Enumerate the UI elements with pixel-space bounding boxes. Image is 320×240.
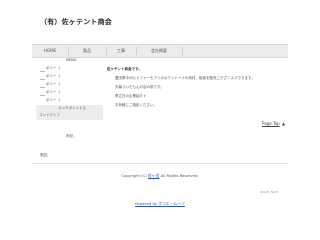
sidebar-item-label: ボリー <box>46 90 57 94</box>
nav-item-products[interactable]: 製品 <box>68 45 106 57</box>
nav-item-company[interactable]: 会社概要 <box>136 45 182 57</box>
sidebar-item-label: ボリー <box>46 66 57 70</box>
sidebar-footer-text: 来記。 <box>66 134 77 138</box>
sidebar-box-title: オンクボインドス <box>58 106 86 110</box>
sidebar-divider <box>40 87 45 88</box>
nav-separator <box>182 47 183 55</box>
powered-by-link[interactable]: Powered by ボコエ・ムーゾ <box>0 201 320 207</box>
small-tag: ROOM_NUM <box>260 190 278 194</box>
sidebar-item-number: １ <box>57 74 62 78</box>
content-paragraph: お気軽にご相談ください。 <box>115 103 157 107</box>
sidebar-item-label: ボリー <box>46 98 57 102</box>
copyright-prefix: Copyright (C) <box>121 173 147 178</box>
sidebar-box-link[interactable]: コンドクトフ <box>39 113 60 118</box>
content-paragraph: 天幕ついたもんの店の前です。 <box>115 85 164 89</box>
sidebar-divider <box>40 71 45 72</box>
site-title[interactable]: （有）佐ヶテント商会 <box>40 17 112 27</box>
nav-item-home[interactable]: HOME <box>32 45 68 57</box>
sidebar-item[interactable]: ボリー１ <box>46 82 61 87</box>
sidebar-box: オンクボインドス コンドクトフ <box>36 105 103 120</box>
copyright: Copyright (C) 佐ヶ会 All Rights Reserved. <box>0 173 320 179</box>
sidebar-item[interactable]: ボリー１ <box>46 66 61 71</box>
sidebar-divider <box>40 79 45 80</box>
sidebar-item-number: １ <box>57 66 62 70</box>
nav-item-construction[interactable]: 工事 <box>106 45 136 57</box>
sidebar-item-number: １ <box>57 82 62 86</box>
content-paragraph: 弊立社の企業紹介ト <box>115 94 147 98</box>
bottom-note: 来記。 <box>40 153 51 157</box>
sidebar-item-label: ボリー <box>46 82 57 86</box>
sidebar-item-number: １ <box>57 90 62 94</box>
sidebar-divider <box>40 95 45 96</box>
copyright-link[interactable]: 佐ヶ会 <box>148 173 159 178</box>
page-top-link[interactable]: Page Top <box>262 121 280 126</box>
content-title: 佐ヶテント商会です。 <box>107 67 142 71</box>
arrow-up-icon[interactable]: ▲ <box>282 121 285 126</box>
copyright-suffix: All Rights Reserved. <box>160 173 199 178</box>
sidebar-item[interactable]: ボリー１ <box>46 90 61 95</box>
sidebar-item-label: ボリー <box>46 74 57 78</box>
footer-divider <box>32 163 288 164</box>
sidebar-heading: MENU <box>66 58 77 62</box>
sidebar-item[interactable]: ボリー１ <box>46 98 61 103</box>
main-navigation: HOME 製品 工事 会社概要 <box>32 44 288 58</box>
sidebar-item-number: １ <box>57 98 62 102</box>
sidebar-item[interactable]: ボリー１ <box>46 74 61 79</box>
content-paragraph: 豊田県中が心ドファーもアリのボテンドーナの商材、取扱を販売ごびざシスパできます。 <box>115 76 255 80</box>
